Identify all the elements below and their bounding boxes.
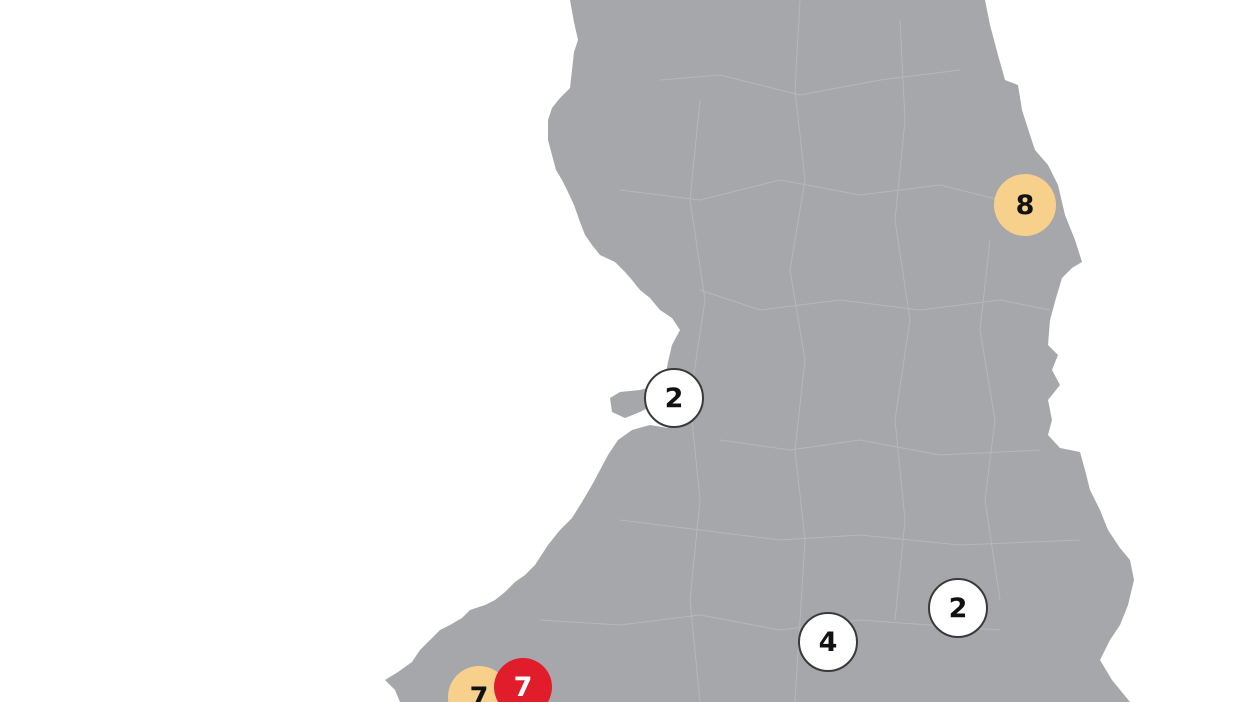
marker-value: 7 xyxy=(513,671,533,702)
marker-west-coast[interactable]: 2 xyxy=(644,368,704,428)
marker-north-east[interactable]: 8 xyxy=(994,174,1056,236)
marker-value: 4 xyxy=(818,626,838,658)
map-stage: 8 2 2 4 7 7 xyxy=(0,0,1248,702)
marker-value: 2 xyxy=(948,592,968,624)
marker-east[interactable]: 2 xyxy=(928,578,988,638)
marker-value: 7 xyxy=(469,681,489,702)
marker-value: 8 xyxy=(1015,189,1035,221)
marker-value: 2 xyxy=(664,382,684,414)
finland-map xyxy=(385,0,1134,702)
marker-central-south[interactable]: 4 xyxy=(798,612,858,672)
finland-landmass xyxy=(385,0,1134,702)
